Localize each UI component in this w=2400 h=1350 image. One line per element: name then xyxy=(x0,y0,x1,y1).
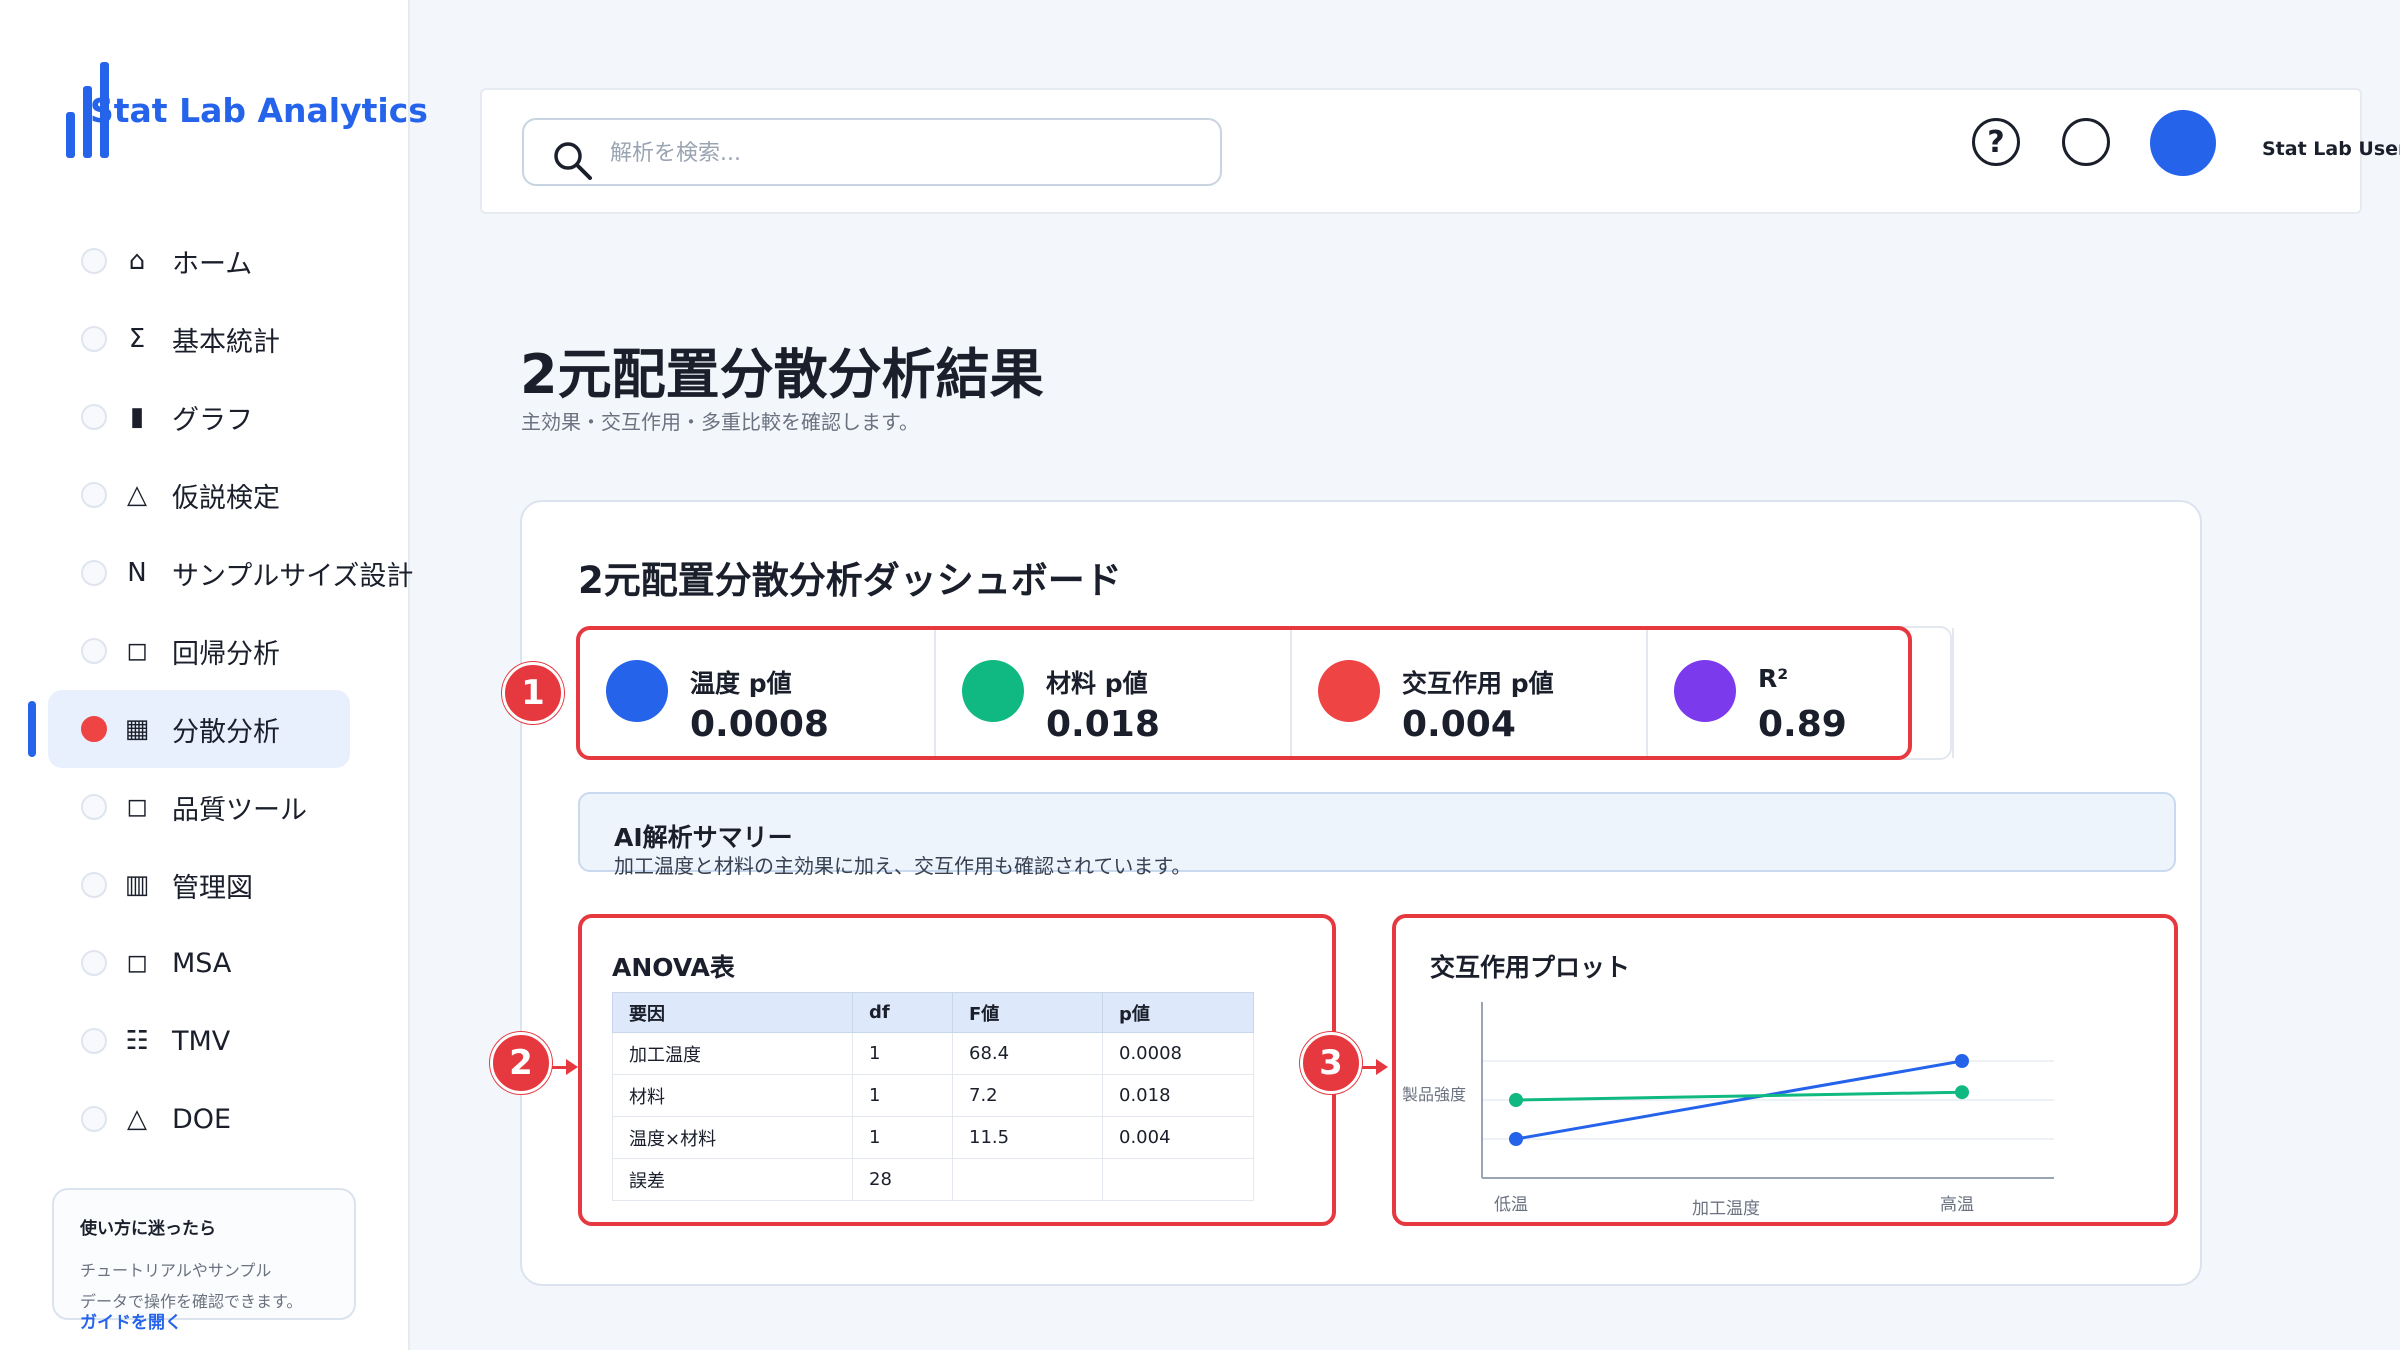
brand[interactable]: Stat Lab Analytics xyxy=(66,62,428,158)
sidebar-item-label: 基本統計 xyxy=(172,326,280,358)
menu-glyph-icon: Σ xyxy=(128,324,146,354)
status-dot-icon xyxy=(81,404,107,430)
active-indicator xyxy=(28,701,36,757)
menu-glyph-icon: △ xyxy=(127,480,147,510)
interaction-plot-chart: 製品強度低温 高温 加工温度 xyxy=(1402,1002,2054,1219)
sidebar-item-label: 仮説検定 xyxy=(172,482,280,514)
top-bar: ? Stat Lab User xyxy=(480,88,2400,214)
status-dot-icon xyxy=(81,482,107,508)
page-subtitle: 主効果・交互作用・多重比較を確認します。 xyxy=(521,410,919,434)
menu-glyph-icon: ▦ xyxy=(124,714,150,744)
sidebar: Stat Lab Analytics ⌂ ホーム Σ 基本統計 ▮ グラフ △ 仮説検定 N サン… xyxy=(0,0,428,1350)
status-dot-icon xyxy=(81,326,107,352)
x-axis-label: 加工温度 xyxy=(1692,1199,1760,1219)
search-box[interactable] xyxy=(522,118,1222,186)
sidebar-item[interactable]: ◻ 回帰分析 xyxy=(48,612,350,690)
data-point xyxy=(1955,1054,1969,1068)
sidebar-item-label: 回帰分析 xyxy=(172,638,280,670)
sidebar-item[interactable]: N サンプルサイズ設計 xyxy=(48,534,413,612)
data-point xyxy=(1955,1085,1969,1100)
status-dot-icon xyxy=(81,560,107,586)
sidebar-item-label: 分散分析 xyxy=(172,716,280,748)
menu-glyph-icon: △ xyxy=(127,1104,147,1134)
data-point xyxy=(1509,1132,1523,1146)
sidebar-item[interactable]: Σ 基本統計 xyxy=(48,300,350,378)
sidebar-item[interactable]: ▮ グラフ xyxy=(48,378,350,456)
app-name: Stat Lab Analytics xyxy=(90,90,428,130)
sidebar-item[interactable]: △ 仮説検定 xyxy=(48,456,350,534)
status-dot-icon xyxy=(81,248,107,274)
status-dot-icon xyxy=(81,638,107,664)
sidebar-item[interactable]: ◻ 品質ツール xyxy=(48,768,350,846)
sidebar-item[interactable]: ◻ MSA xyxy=(48,924,350,1002)
sidebar-item[interactable]: ▦ 分散分析 xyxy=(48,690,350,768)
status-dot-icon xyxy=(81,1028,107,1054)
sidebar-item-label: 管理図 xyxy=(172,872,253,904)
sidebar-item-label: グラフ xyxy=(172,404,253,436)
avatar[interactable] xyxy=(2150,110,2216,176)
menu-glyph-icon: ◻ xyxy=(126,948,148,978)
status-dot-icon xyxy=(81,716,107,742)
menu-glyph-icon: ▮ xyxy=(129,402,145,432)
menu-glyph-icon: ◻ xyxy=(126,636,148,666)
sidebar-item-label: DOE xyxy=(172,1103,232,1135)
help-text-line1: チュートリアルやサンプル xyxy=(80,1261,272,1280)
menu-glyph-icon: ⌂ xyxy=(128,246,146,276)
sidebar-item[interactable]: ▥ 管理図 xyxy=(48,846,350,924)
sidebar-item-label: TMV xyxy=(172,1025,231,1057)
menu-glyph-icon: N xyxy=(127,558,147,588)
user-name[interactable]: Stat Lab User xyxy=(2262,138,2400,160)
sidebar-item-label: 品質ツール xyxy=(172,794,307,826)
help-icon[interactable]: ? xyxy=(1972,118,2020,166)
sidebar-item-label: サンプルサイズ設計 xyxy=(172,560,414,592)
search-input[interactable] xyxy=(610,134,1190,172)
status-dot-icon xyxy=(81,794,107,820)
x-tick-label: 高温 xyxy=(1940,1195,1974,1215)
menu-glyph-icon: ◻ xyxy=(126,792,148,822)
open-guide-link[interactable]: ガイドを開く xyxy=(80,1308,182,1333)
status-dot-icon xyxy=(81,950,107,976)
page-title: 2元配置分散分析結果 xyxy=(520,343,1044,406)
sidebar-item[interactable]: △ DOE xyxy=(48,1080,350,1158)
help-card: 使い方に迷ったら チュートリアルやサンプル データで操作を確認できます。 ガイド… xyxy=(52,1188,356,1333)
sidebar-item[interactable]: ☷ TMV xyxy=(48,1002,350,1080)
notification-icon[interactable] xyxy=(2062,118,2110,166)
dashboard-card: 2元配置分散分析ダッシュボード 温度 p値 0.0008 材料 p値 0.018… xyxy=(490,500,2202,1286)
sidebar-item-label: ホーム xyxy=(172,248,253,280)
help-title: 使い方に迷ったら xyxy=(80,1219,216,1239)
status-dot-icon xyxy=(81,1106,107,1132)
x-tick-label: 低温 xyxy=(1494,1195,1528,1215)
menu-glyph-icon: ▥ xyxy=(124,870,150,900)
y-axis-label: 製品強度 xyxy=(1402,1085,1466,1104)
search-icon xyxy=(554,142,592,180)
data-point xyxy=(1509,1093,1523,1107)
status-dot-icon xyxy=(81,872,107,898)
sidebar-item-label: MSA xyxy=(172,947,232,979)
sidebar-item[interactable]: ⌂ ホーム xyxy=(48,222,350,300)
menu-glyph-icon: ☷ xyxy=(125,1026,149,1056)
